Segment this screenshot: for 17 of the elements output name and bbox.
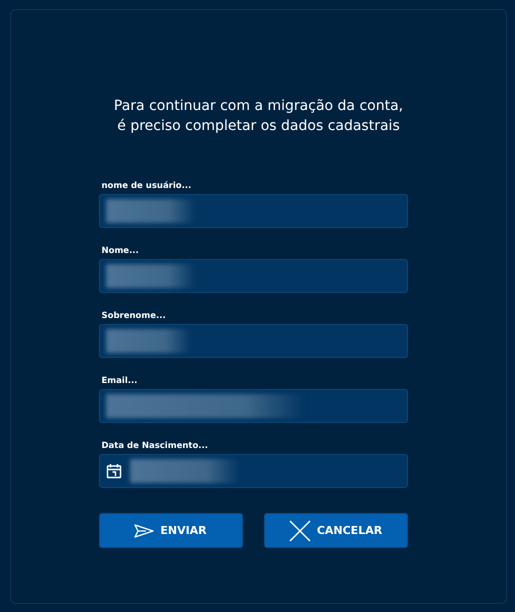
send-icon (134, 524, 154, 538)
send-button[interactable]: ENVIAR (98, 513, 242, 548)
field-label: Email... (100, 376, 138, 386)
field-label: nome de usuário... (100, 181, 192, 191)
input-field[interactable] (98, 389, 408, 423)
input-field[interactable] (98, 194, 408, 228)
input-field[interactable] (98, 259, 408, 293)
field-label: Nome... (100, 246, 140, 256)
input-field[interactable] (98, 324, 408, 358)
input-field[interactable] (98, 454, 408, 488)
heading-text: Para continuar com a migração da conta, (114, 97, 404, 116)
field-label: Sobrenome... (100, 311, 167, 321)
close-icon (288, 520, 311, 542)
heading-text: é preciso completar os dados cadastrais (117, 117, 400, 136)
calendar-icon (106, 463, 122, 479)
cancel-button[interactable]: CANCELAR (264, 513, 408, 548)
field-label: Data de Nascimento... (100, 441, 209, 451)
